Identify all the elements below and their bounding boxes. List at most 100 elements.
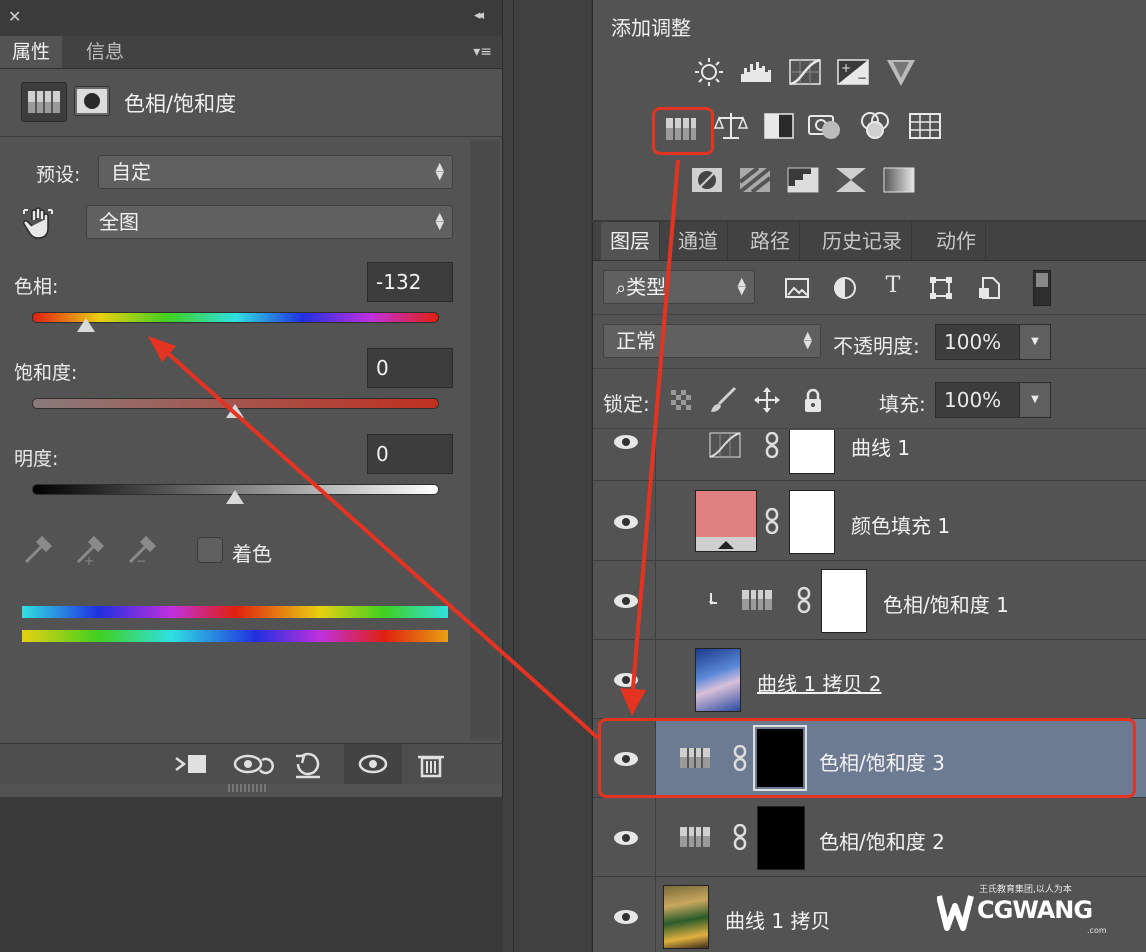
targeted-adjustment-hand-icon[interactable]	[22, 206, 60, 244]
smart-object-filter-icon[interactable]	[975, 274, 1003, 302]
layer-mask-icon[interactable]	[74, 86, 110, 116]
filter-toggle[interactable]	[1033, 270, 1051, 306]
range-select[interactable]: 全图 ▲ ▼	[86, 205, 453, 239]
tab-layers[interactable]: 图层	[601, 222, 660, 260]
lightness-slider-thumb[interactable]	[225, 490, 244, 504]
tab-channels[interactable]: 通道	[669, 222, 728, 260]
panel-scrollbar[interactable]	[470, 140, 500, 740]
logo-tagline: 王氏教育集团,以人为本	[979, 885, 1072, 895]
layer-mask-thumbnail[interactable]	[821, 569, 867, 633]
adjustment-layer-filter-icon[interactable]	[831, 274, 859, 302]
hue-slider-thumb[interactable]	[76, 318, 95, 332]
color-fill-thumbnail[interactable]	[695, 490, 757, 552]
link-icon[interactable]	[765, 432, 779, 458]
eye-icon[interactable]	[611, 670, 641, 690]
layer-name[interactable]: 色相/饱和度 1	[883, 589, 1009, 618]
lock-transparent-icon[interactable]	[667, 386, 695, 414]
eyedropper-minus-icon[interactable]: −	[126, 532, 160, 566]
hue-saturation-icon[interactable]	[663, 113, 699, 145]
colorize-checkbox[interactable]	[197, 537, 223, 563]
layer-mask-thumbnail[interactable]	[789, 430, 835, 474]
reset-icon[interactable]	[280, 744, 338, 784]
color-balance-icon[interactable]	[713, 110, 749, 142]
invert-icon[interactable]	[689, 164, 725, 196]
blend-mode-select[interactable]: 正常 ▲ ▼	[603, 324, 821, 358]
lock-row: 锁定: 填充: 100% ▼	[593, 370, 1146, 429]
link-icon[interactable]	[765, 508, 779, 534]
clip-to-layer-icon[interactable]	[162, 744, 220, 784]
adjustments-title: 添加调整	[611, 16, 691, 40]
threshold-icon[interactable]	[785, 164, 821, 196]
close-icon[interactable]: ✕	[8, 7, 21, 26]
layer-row[interactable]: 曲线 1	[593, 430, 1146, 481]
gradient-map-triangle-icon[interactable]	[883, 56, 919, 88]
panel-heading: 色相/饱和度	[124, 92, 237, 116]
tab-history[interactable]: 历史记录	[813, 222, 912, 260]
lock-position-move-icon[interactable]	[753, 386, 781, 414]
layer-mask-thumbnail[interactable]	[789, 490, 835, 554]
tab-info[interactable]: 信息	[74, 36, 136, 68]
posterize-icon[interactable]	[737, 164, 773, 196]
fill-field[interactable]: 100% ▼	[935, 382, 1051, 418]
toggle-visibility-icon[interactable]	[344, 744, 402, 784]
layer-mask-thumbnail[interactable]	[757, 806, 805, 870]
brightness-icon[interactable]	[691, 56, 727, 88]
panel-title-bar: ✕ ◂◂	[0, 0, 502, 36]
collapse-icon[interactable]: ◂◂	[474, 8, 484, 23]
layer-image-thumbnail[interactable]	[663, 885, 709, 949]
link-icon[interactable]	[733, 824, 747, 850]
layer-image-thumbnail[interactable]	[695, 648, 741, 712]
tab-paths[interactable]: 路径	[741, 222, 800, 260]
chevron-down-icon[interactable]: ▼	[1019, 383, 1050, 417]
layer-name[interactable]: 曲线 1 拷贝 2	[757, 668, 882, 697]
saturation-slider-thumb[interactable]	[225, 404, 244, 418]
eyedropper-plus-icon[interactable]: +	[74, 532, 108, 566]
lock-all-icon[interactable]	[799, 386, 827, 414]
eye-icon[interactable]	[611, 828, 641, 848]
pixel-layer-filter-icon[interactable]	[783, 274, 811, 302]
hue-value-field[interactable]: -132	[367, 262, 453, 302]
exposure-icon[interactable]: + −	[835, 56, 871, 88]
layer-name[interactable]: 曲线 1	[851, 432, 910, 461]
eye-icon[interactable]	[611, 907, 641, 927]
preset-value: 自定	[111, 160, 151, 184]
lock-pixels-brush-icon[interactable]	[709, 386, 737, 414]
saturation-value-field[interactable]: 0	[367, 348, 453, 388]
selective-color-icon[interactable]	[833, 164, 869, 196]
resize-grip[interactable]	[228, 784, 268, 792]
link-icon[interactable]	[797, 587, 811, 613]
levels-icon[interactable]	[739, 56, 775, 88]
layer-row[interactable]: 曲线 1 拷贝 2	[593, 640, 1146, 719]
layer-name[interactable]: 颜色填充 1	[851, 510, 950, 539]
view-previous-icon[interactable]	[222, 744, 280, 784]
layers-tabs: 图层 通道 路径 历史记录 动作	[593, 222, 1146, 261]
channel-mixer-icon[interactable]	[857, 110, 893, 142]
chevron-down-icon[interactable]: ▼	[1019, 325, 1050, 359]
opacity-field[interactable]: 100% ▼	[935, 324, 1051, 360]
preset-select[interactable]: 自定 ▲ ▼	[98, 155, 453, 189]
filter-type-select[interactable]: ⌕类型 ▲ ▼	[603, 270, 755, 304]
layer-row[interactable]: 色相/饱和度 1	[593, 561, 1146, 640]
eye-icon[interactable]	[611, 512, 641, 532]
color-lookup-icon[interactable]	[907, 110, 943, 142]
layer-row[interactable]: 颜色填充 1	[593, 482, 1146, 561]
updown-arrows-icon: ▲ ▼	[803, 329, 812, 351]
layer-row[interactable]: 色相/饱和度 2	[593, 798, 1146, 877]
gradient-map-icon[interactable]	[881, 164, 917, 196]
layer-name[interactable]: 曲线 1 拷贝	[725, 905, 830, 934]
hue-saturation-icon[interactable]	[21, 82, 67, 122]
layer-name[interactable]: 色相/饱和度 2	[819, 826, 945, 855]
shape-layer-filter-icon[interactable]	[927, 274, 955, 302]
eye-icon[interactable]	[611, 432, 641, 452]
type-layer-filter-icon[interactable]: T	[879, 272, 907, 300]
photo-filter-icon[interactable]	[807, 110, 843, 142]
eyedropper-icon[interactable]	[22, 532, 56, 566]
eye-icon[interactable]	[611, 591, 641, 611]
panel-menu-icon[interactable]: ▾≡	[473, 44, 492, 60]
lightness-value-field[interactable]: 0	[367, 434, 453, 474]
black-white-icon[interactable]	[761, 110, 797, 142]
curves-icon[interactable]	[787, 56, 823, 88]
tab-properties[interactable]: 属性	[0, 36, 63, 68]
tab-actions[interactable]: 动作	[927, 222, 986, 260]
delete-icon[interactable]	[402, 744, 460, 784]
